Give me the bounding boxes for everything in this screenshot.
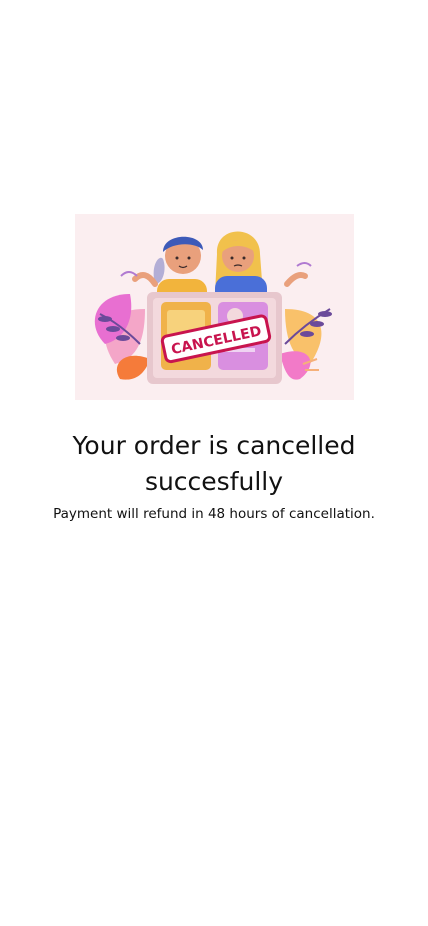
right-foliage bbox=[280, 308, 332, 380]
illustration-artwork: CANCELLED bbox=[94, 231, 332, 384]
order-cancelled-illustration: CANCELLED bbox=[75, 214, 354, 400]
page-title: Your order is cancelled succesfully bbox=[72, 431, 356, 496]
refund-message: Payment will refund in 48 hours of cance… bbox=[53, 506, 375, 522]
